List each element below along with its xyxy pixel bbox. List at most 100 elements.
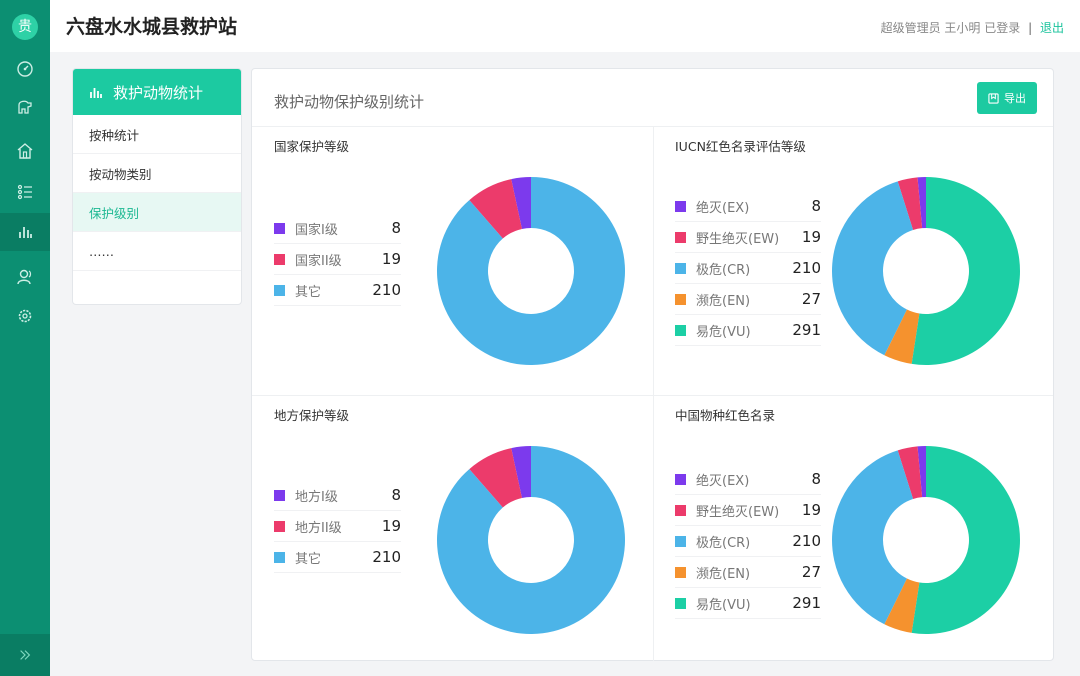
top-header: 六盘水水城县救护站 超级管理员 王小明 已登录 | 退出 [50, 0, 1080, 52]
legend-item: 极危(CR) 210 [675, 253, 821, 284]
pie-slice[interactable] [911, 446, 1021, 634]
rail-item-settings[interactable] [0, 297, 50, 335]
legend-label: 极危(CR) [696, 262, 751, 278]
legend-value: 291 [792, 594, 821, 612]
legend-item: 绝灭(EX) 8 [675, 191, 821, 222]
rail-item-statistics[interactable] [0, 213, 50, 251]
app-title: 六盘水水城县救护站 [66, 16, 238, 38]
rail-item-users[interactable] [0, 258, 50, 296]
legend-swatch [675, 473, 686, 485]
rail-item-animals[interactable] [0, 88, 50, 126]
legend-item: 国家I级 8 [274, 213, 401, 244]
pie-slice[interactable] [437, 177, 625, 365]
legend-item: 地方I级 8 [274, 480, 401, 511]
legend-value: 291 [792, 321, 821, 339]
chart-title: 中国物种红色名录 [675, 408, 776, 423]
legend-value: 8 [811, 197, 821, 215]
legend-swatch [274, 222, 285, 234]
subnav-item-protection-level[interactable]: 保护级别 [73, 193, 241, 232]
legend-label: 濒危(EN) [696, 293, 751, 309]
legend-item: 野生绝灭(EW) 19 [675, 495, 821, 526]
legend-label: 地方I级 [295, 489, 338, 505]
legend-label: 其它 [295, 284, 322, 300]
legend-swatch [675, 293, 686, 305]
legend-swatch [675, 231, 686, 243]
chart-legend: 绝灭(EX) 8 野生绝灭(EW) 19 极危(CR) 210 濒危(EN) 27 易危(VU)… [675, 191, 821, 346]
legend-label: 绝灭(EX) [696, 473, 750, 489]
list-icon [17, 184, 32, 200]
legend-value: 19 [381, 517, 401, 535]
legend-swatch [274, 551, 285, 563]
legend-value: 8 [391, 486, 401, 504]
collapse-sidebar-button[interactable] [0, 634, 50, 676]
legend-label: 国家II级 [295, 253, 342, 269]
export-button[interactable]: 导出 [977, 82, 1037, 114]
rail-item-dashboard[interactable] [0, 50, 50, 88]
legend-value: 210 [792, 532, 821, 550]
legend-swatch [675, 535, 686, 547]
donut-chart [437, 177, 625, 365]
double-chevron-right-icon [20, 650, 31, 660]
legend-item: 绝灭(EX) 8 [675, 464, 821, 495]
legend-swatch [675, 262, 686, 274]
dashboard-icon [17, 61, 33, 77]
pie-slice[interactable] [911, 177, 1021, 365]
user-role: 超级管理员 [880, 21, 941, 35]
animal-icon [18, 100, 32, 114]
rail-item-home[interactable] [0, 132, 50, 170]
statistics-subnav: 救护动物统计 按种统计 按动物类别 保护级别 …… [72, 68, 242, 305]
chart-title: IUCN红色名录评估等级 [675, 139, 806, 154]
legend-value: 8 [811, 470, 821, 488]
legend-label: 绝灭(EX) [696, 200, 750, 216]
bar-chart-icon [19, 227, 32, 238]
legend-label: 野生绝灭(EW) [696, 231, 780, 247]
bar-chart-icon [90, 88, 102, 98]
legend-swatch [675, 324, 686, 336]
legend-item: 其它 210 [274, 542, 401, 573]
legend-item: 易危(VU) 291 [675, 588, 821, 619]
subnav-item-by-species[interactable]: 按种统计 [73, 115, 241, 154]
legend-value: 19 [801, 228, 821, 246]
legend-item: 易危(VU) 291 [675, 315, 821, 346]
legend-label: 其它 [295, 551, 322, 567]
legend-item: 国家II级 19 [274, 244, 401, 275]
subnav-item-by-category[interactable]: 按动物类别 [73, 154, 241, 193]
rail-item-list[interactable] [0, 173, 50, 211]
chart-card: IUCN红色名录评估等级绝灭(EX) 8 野生绝灭(EW) 19 极危(CR) 210 濒危… [653, 127, 1053, 395]
legend-value: 8 [391, 219, 401, 237]
legend-swatch [675, 597, 686, 609]
legend-item: 极危(CR) 210 [675, 526, 821, 557]
chart-legend: 绝灭(EX) 8 野生绝灭(EW) 19 极危(CR) 210 濒危(EN) 27 易危(VU)… [675, 464, 821, 619]
legend-label: 野生绝灭(EW) [696, 504, 780, 520]
legend-label: 濒危(EN) [696, 566, 751, 582]
panel-title: 救护动物保护级别统计 [274, 93, 425, 111]
legend-swatch [274, 520, 285, 532]
chart-card: 地方保护等级 地方I级 8 地方II级 19 其它 210 [252, 396, 652, 664]
legend-swatch [675, 504, 686, 516]
home-icon [17, 143, 33, 159]
donut-chart [437, 446, 625, 634]
donut-chart [832, 177, 1021, 365]
legend-value: 19 [381, 250, 401, 268]
user-bar: 超级管理员 王小明 已登录 | 退出 [881, 19, 1064, 36]
legend-label: 地方II级 [295, 520, 342, 536]
logout-link[interactable]: 退出 [1040, 21, 1064, 35]
subnav-item-more[interactable]: …… [73, 232, 241, 271]
subnav-header-label: 救护动物统计 [113, 83, 204, 102]
legend-item: 濒危(EN) 27 [675, 284, 821, 315]
legend-item: 野生绝灭(EW) 19 [675, 222, 821, 253]
chart-legend: 国家I级 8 国家II级 19 其它 210 [274, 213, 401, 306]
legend-label: 易危(VU) [696, 597, 751, 613]
pie-slice[interactable] [437, 446, 625, 634]
login-status: 已登录 [984, 21, 1021, 35]
export-label: 导出 [1004, 93, 1026, 105]
legend-label: 国家I级 [295, 222, 338, 238]
legend-swatch [274, 253, 285, 265]
legend-swatch [675, 566, 686, 578]
legend-value: 210 [792, 259, 821, 277]
chart-card: 国家保护等级 国家I级 8 国家II级 19 其它 210 [252, 127, 652, 395]
user-icon [17, 269, 32, 285]
legend-label: 易危(VU) [696, 324, 751, 340]
settings-icon [18, 309, 32, 323]
subnav-header: 救护动物统计 [73, 69, 241, 115]
